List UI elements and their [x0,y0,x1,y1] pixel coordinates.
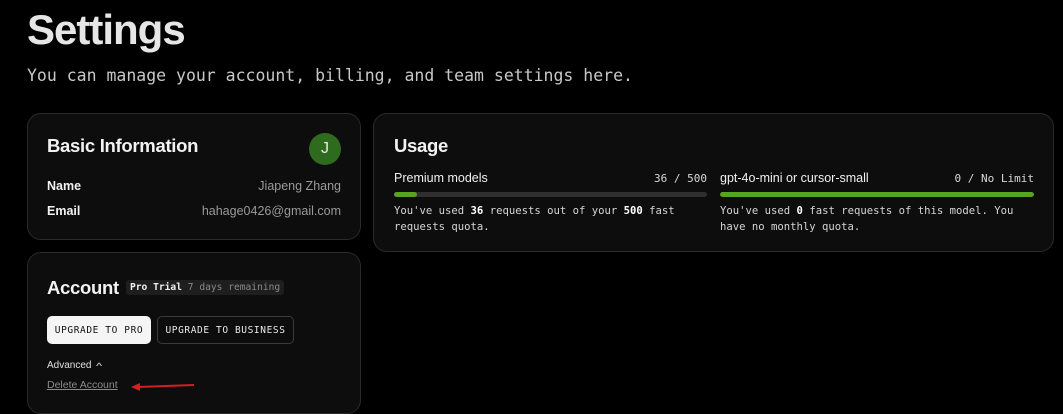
name-value: Jiapeng Zhang [258,179,341,193]
email-row: Email hahage0426@gmail.com [47,204,341,222]
advanced-toggle[interactable]: Advanced ^ [47,360,103,371]
plan-name: Pro Trial [130,282,182,293]
account-title: Account [47,277,119,298]
mini-progress-bar [720,192,1034,197]
premium-desc-pre: You've used [394,205,471,217]
page-title: Settings [27,6,186,53]
chevron-up-icon: ^ [96,360,103,371]
mini-model-label: gpt-4o-mini or cursor-small [720,171,869,185]
mini-count: 0 / No Limit [954,172,1034,185]
premium-usage: Premium models 36 / 500 You've used 36 r… [394,171,707,233]
mini-desc-pre: You've used [720,205,797,217]
premium-count: 36 / 500 [654,172,707,185]
premium-progress-fill [394,192,417,197]
delete-account-link[interactable]: Delete Account [47,379,118,391]
premium-progress-bar [394,192,707,197]
red-arrow-icon [131,383,195,391]
advanced-label: Advanced [47,360,92,371]
page-subtitle: You can manage your account, billing, an… [27,66,633,85]
plan-remaining: 7 days remaining [187,282,281,293]
email-label: Email [47,204,81,218]
name-label: Name [47,179,82,193]
basic-information-card: Basic Information J Name Jiapeng Zhang E… [27,113,361,240]
usage-card: Usage Premium models 36 / 500 You've use… [373,113,1054,252]
mini-usage: gpt-4o-mini or cursor-small 0 / No Limit… [720,171,1034,233]
premium-usage-description: You've used 36 requests out of your 500 … [394,203,713,235]
upgrade-to-business-button[interactable]: UPGRADE TO BUSINESS [157,316,294,344]
mini-progress-fill [720,192,1034,197]
email-value: hahage0426@gmail.com [201,204,341,218]
plan-badge: Pro Trial 7 days remaining [126,280,285,295]
premium-models-label: Premium models [394,171,488,185]
avatar: J [309,133,341,165]
upgrade-to-pro-button[interactable]: UPGRADE TO PRO [47,316,151,344]
premium-desc-limit: 500 [623,205,643,217]
settings-page: Settings You can manage your account, bi… [0,0,1063,414]
premium-desc-used: 36 [470,205,484,217]
basic-information-title: Basic Information [47,135,199,156]
mini-usage-description: You've used 0 fast requests of this mode… [720,203,1040,235]
premium-desc-mid: requests out of your [483,205,624,217]
name-row: Name Jiapeng Zhang [47,179,341,197]
usage-title: Usage [394,135,449,156]
